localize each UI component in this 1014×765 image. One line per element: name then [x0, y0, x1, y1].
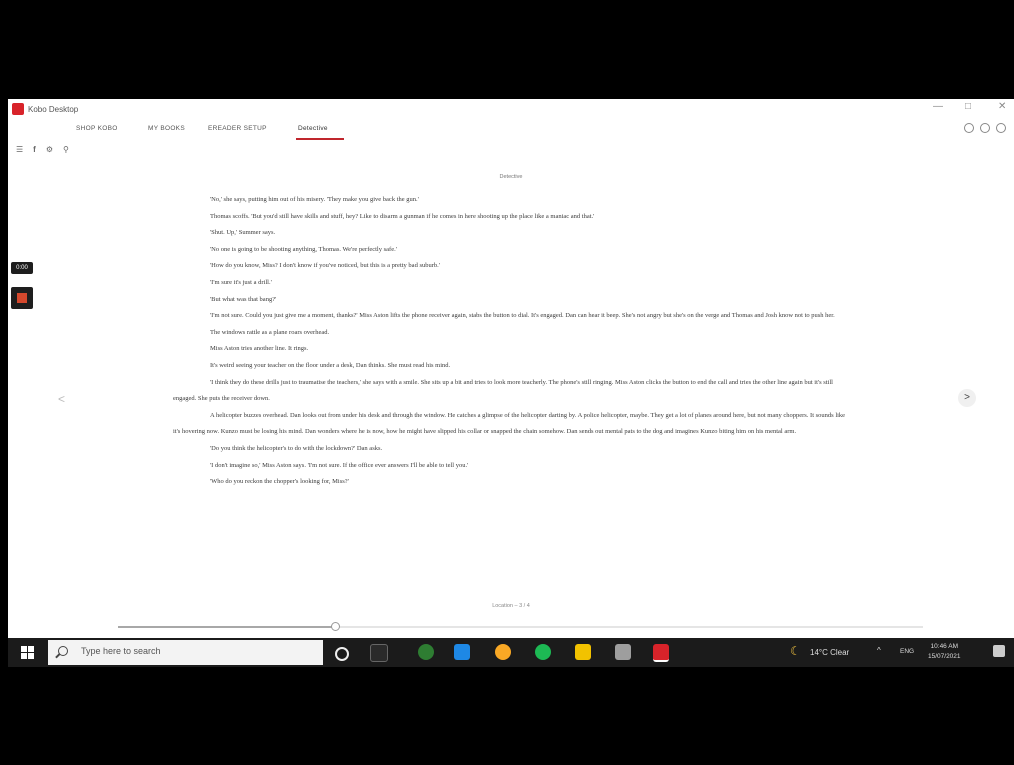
maximize-icon[interactable]: □	[965, 101, 971, 112]
paragraph: 'No one is going to be shooting anything…	[210, 245, 397, 253]
page-location: Location ‒ 3 / 4	[492, 603, 530, 609]
paragraph: The windows rattle as a plane roars over…	[210, 328, 330, 336]
paragraph: 'Who do you reckon the chopper's looking…	[210, 478, 349, 486]
notifications-icon[interactable]	[993, 645, 1005, 657]
paragraph: It's weird seeing your teacher on the fl…	[210, 361, 451, 369]
paragraph: 'Do you think the helicopter's to do wit…	[210, 444, 383, 452]
close-icon[interactable]: ✕	[998, 101, 1006, 112]
help-icon[interactable]	[980, 123, 990, 133]
paragraph: A helicopter buzzes overhead. Dan looks …	[173, 411, 846, 436]
top-nav: SHOP KOBO MY BOOKS EREADER SETUP Detecti…	[8, 119, 1014, 141]
paragraph: Thomas scoffs. 'But you'd still have ski…	[210, 212, 595, 220]
chapter-label: Detective	[499, 174, 523, 180]
progress-thumb[interactable]	[331, 622, 341, 631]
paragraph: 'Shut. Up,' Summer says.	[210, 229, 276, 237]
edge-icon[interactable]	[418, 644, 434, 660]
book-widget-icon[interactable]	[11, 287, 33, 309]
paragraph: 'No,' she says, putting him out of his m…	[210, 196, 419, 203]
weather-text[interactable]: 14°C Clear	[810, 648, 849, 657]
progress-fill	[118, 626, 336, 628]
font-settings-icon[interactable]: f	[33, 145, 36, 154]
nav-ereader-setup[interactable]: EREADER SETUP	[208, 125, 267, 132]
reading-pane: 'No,' she says, putting him out of his m…	[173, 192, 848, 491]
reader-toolbar: ☰ f ⚙ ⚲	[16, 141, 69, 157]
language-indicator[interactable]: ENG	[900, 648, 914, 655]
next-page-icon[interactable]: >	[958, 389, 976, 407]
snipping-tool-icon[interactable]	[615, 644, 631, 660]
paragraph: 'I think they do these drills just to tr…	[173, 378, 833, 403]
mail-icon[interactable]	[454, 644, 470, 660]
search-icon[interactable]: ⚲	[63, 145, 69, 154]
search-placeholder: Type here to search	[81, 646, 161, 656]
paragraph: 'I'm sure it's just a drill.'	[210, 278, 272, 286]
settings-icon[interactable]	[996, 123, 1006, 133]
nav-my-books[interactable]: MY BOOKS	[148, 125, 185, 132]
clock-date: 15/07/2021	[928, 653, 961, 660]
active-tab-indicator	[296, 138, 344, 140]
gear-icon[interactable]: ⚙	[46, 145, 53, 154]
taskbar-clock[interactable]: 10:46 AM 15/07/2021	[928, 642, 961, 662]
nav-current-book[interactable]: Detective	[298, 125, 328, 132]
window-title: Kobo Desktop	[28, 104, 79, 114]
previous-page-icon[interactable]: <	[58, 392, 65, 406]
title-bar: Kobo Desktop — □ ✕	[8, 99, 1014, 119]
sync-icon[interactable]	[964, 123, 974, 133]
nav-icons	[964, 123, 1006, 133]
file-explorer-icon[interactable]	[575, 644, 591, 660]
taskbar-search-input[interactable]: Type here to search	[48, 640, 323, 665]
windows-start-icon[interactable]	[21, 646, 34, 659]
nav-shop-kobo[interactable]: SHOP KOBO	[76, 125, 118, 132]
kobo-taskbar-icon[interactable]	[653, 644, 669, 662]
progress-slider[interactable]	[118, 622, 923, 631]
taskbar: Type here to search ☾ 14°C Clear ^ ENG 1…	[8, 638, 1014, 667]
paragraph: 'How do you know, Miss? I don't know if …	[210, 262, 440, 270]
chrome-icon[interactable]	[495, 644, 511, 660]
cortana-icon[interactable]	[335, 647, 349, 661]
minimize-icon[interactable]: —	[933, 101, 943, 112]
paragraph: 'I don't imagine so,' Miss Aston says. '…	[210, 461, 469, 469]
app-window: Kobo Desktop — □ ✕ SHOP KOBO MY BOOKS ER…	[8, 99, 1014, 667]
task-view-icon[interactable]	[370, 644, 388, 662]
timer-badge: 0:00	[11, 262, 33, 274]
paragraph: 'But what was that bang?'	[210, 295, 277, 303]
kobo-logo-icon	[12, 103, 24, 115]
table-of-contents-icon[interactable]: ☰	[16, 145, 23, 154]
paragraph: 'I'm not sure. Could you just give me a …	[210, 312, 835, 320]
tray-chevron-icon[interactable]: ^	[877, 646, 881, 655]
clock-time: 10:46 AM	[930, 643, 958, 650]
spotify-icon[interactable]	[535, 644, 551, 660]
weather-moon-icon: ☾	[790, 644, 801, 658]
paragraph: Miss Aston tries another line. It rings.	[210, 345, 309, 353]
search-icon	[58, 646, 68, 656]
